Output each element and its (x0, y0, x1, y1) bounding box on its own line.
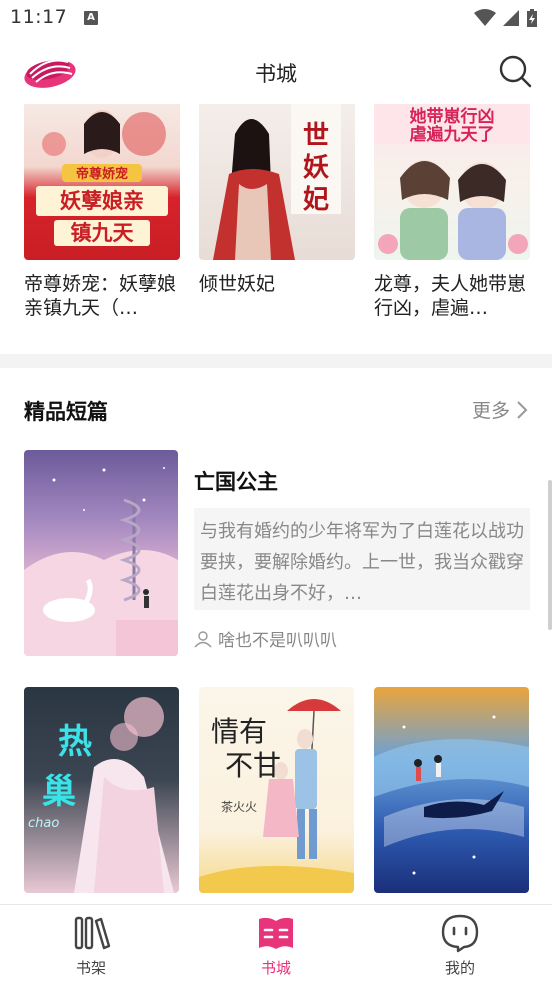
svg-text:镇九天: 镇九天 (71, 221, 135, 245)
book-title[interactable]: 龙尊，夫人她带崽行凶，虐遍… (374, 272, 530, 320)
search-icon[interactable] (498, 54, 532, 88)
page-title: 书城 (255, 62, 297, 86)
nav-item-bookstore[interactable]: 书城 (231, 913, 321, 978)
scrollbar[interactable] (548, 480, 552, 630)
nav-label-bookshelf: 书架 (75, 959, 106, 977)
book-card[interactable]: 世 妖 妃 倾世妖妃 (199, 104, 355, 320)
nav-item-bookshelf[interactable]: 书架 (46, 913, 136, 978)
nav-label-profile: 我的 (444, 959, 475, 977)
book-card[interactable]: 她带崽行凶 虐遍九天了 龙尊，夫人她带崽行凶，虐遍… (374, 104, 530, 320)
cover-subtitle: chao (28, 816, 59, 831)
user-icon (194, 630, 212, 647)
app-header: 书城 (0, 38, 552, 104)
svg-text:帝尊娇宠: 帝尊娇宠 (76, 166, 128, 182)
section-title: 精品短篇 (24, 400, 108, 424)
nav-item-profile[interactable]: 我的 (415, 913, 505, 978)
wifi-icon (474, 9, 496, 26)
svg-text:世: 世 (303, 121, 329, 151)
chevron-right-icon (517, 400, 528, 419)
author-name: 啥也不是叭叭叭 (218, 631, 337, 651)
cover-art (24, 467, 178, 656)
svg-text:虐遍九天了: 虐遍九天了 (410, 124, 495, 145)
more-button[interactable]: 更多 (472, 396, 528, 423)
cover-art (374, 715, 529, 875)
book-cover[interactable]: 世 妖 妃 (199, 104, 355, 260)
cover-title-line-2: 不甘 (225, 749, 281, 782)
book-cover[interactable]: 帝尊娇宠 妖孽娘亲 镇九天 (24, 104, 180, 260)
featured-title[interactable]: 亡国公主 (194, 466, 278, 496)
status-icons (474, 8, 538, 28)
featured-cover[interactable] (24, 450, 178, 656)
status-time: 11:17 (10, 6, 68, 28)
featured-author: 啥也不是叭叭叭 (194, 626, 337, 651)
nav-label-bookstore: 书城 (260, 959, 291, 977)
status-bar: 11:17 A (0, 0, 552, 38)
notification-icon: A (84, 11, 98, 25)
section-divider (0, 354, 552, 368)
featured-description: 与我有婚约的少年将军为了白莲花以战功要挟，要解除婚约。上一世，我当众戳穿白莲花出… (194, 508, 530, 610)
cover-author: 茶火火 (221, 799, 257, 814)
svg-text:妖孽娘亲: 妖孽娘亲 (60, 189, 144, 213)
cover-art: 帝尊娇宠 妖孽娘亲 镇九天 (36, 110, 168, 246)
svg-text:妃: 妃 (303, 184, 329, 215)
bottom-nav: 书架 书城 我的 (0, 904, 552, 981)
cover-title-char-1: 热 (58, 722, 92, 762)
bookshelf-icon (74, 916, 111, 950)
signal-icon (503, 10, 519, 26)
featured-book[interactable]: 亡国公主 与我有婚约的少年将军为了白莲花以战功要挟，要解除婚约。上一世，我当众戳… (24, 450, 530, 656)
cover-art: 热 巢 chao (28, 697, 174, 893)
cover-title-char-2: 巢 (42, 772, 76, 812)
cover-title-line-1: 情有 (211, 715, 267, 748)
book-cover[interactable] (374, 687, 529, 893)
profile-icon (441, 914, 479, 953)
book-title[interactable]: 倾世妖妃 (199, 272, 355, 320)
bookstore-icon (259, 917, 293, 949)
cover-art: 情有 不甘 茶火火 (199, 699, 354, 893)
cover-art: 世 妖 妃 (213, 104, 341, 260)
more-label: 更多 (471, 400, 510, 422)
book-title[interactable]: 帝尊娇宠：妖孽娘亲镇九天（… (24, 272, 180, 320)
book-grid-bottom: 热 巢 chao 情有 不甘 茶火火 (0, 687, 552, 893)
section-header: 精品短篇 更多 (0, 388, 552, 432)
book-cover[interactable]: 热 巢 chao (24, 687, 179, 893)
book-card[interactable]: 帝尊娇宠 妖孽娘亲 镇九天 帝尊娇宠：妖孽娘亲镇九天（… (24, 104, 180, 320)
svg-text:她带崽行凶: 她带崽行凶 (410, 106, 495, 127)
book-cover[interactable]: 情有 不甘 茶火火 (199, 687, 354, 893)
svg-text:妖: 妖 (303, 153, 329, 183)
battery-icon (527, 9, 537, 27)
cover-art: 她带崽行凶 虐遍九天了 (374, 104, 530, 260)
book-cover[interactable]: 她带崽行凶 虐遍九天了 (374, 104, 530, 260)
book-grid-top: 帝尊娇宠 妖孽娘亲 镇九天 帝尊娇宠：妖孽娘亲镇九天（… 世 妖 妃 倾世妖妃 (0, 104, 552, 354)
